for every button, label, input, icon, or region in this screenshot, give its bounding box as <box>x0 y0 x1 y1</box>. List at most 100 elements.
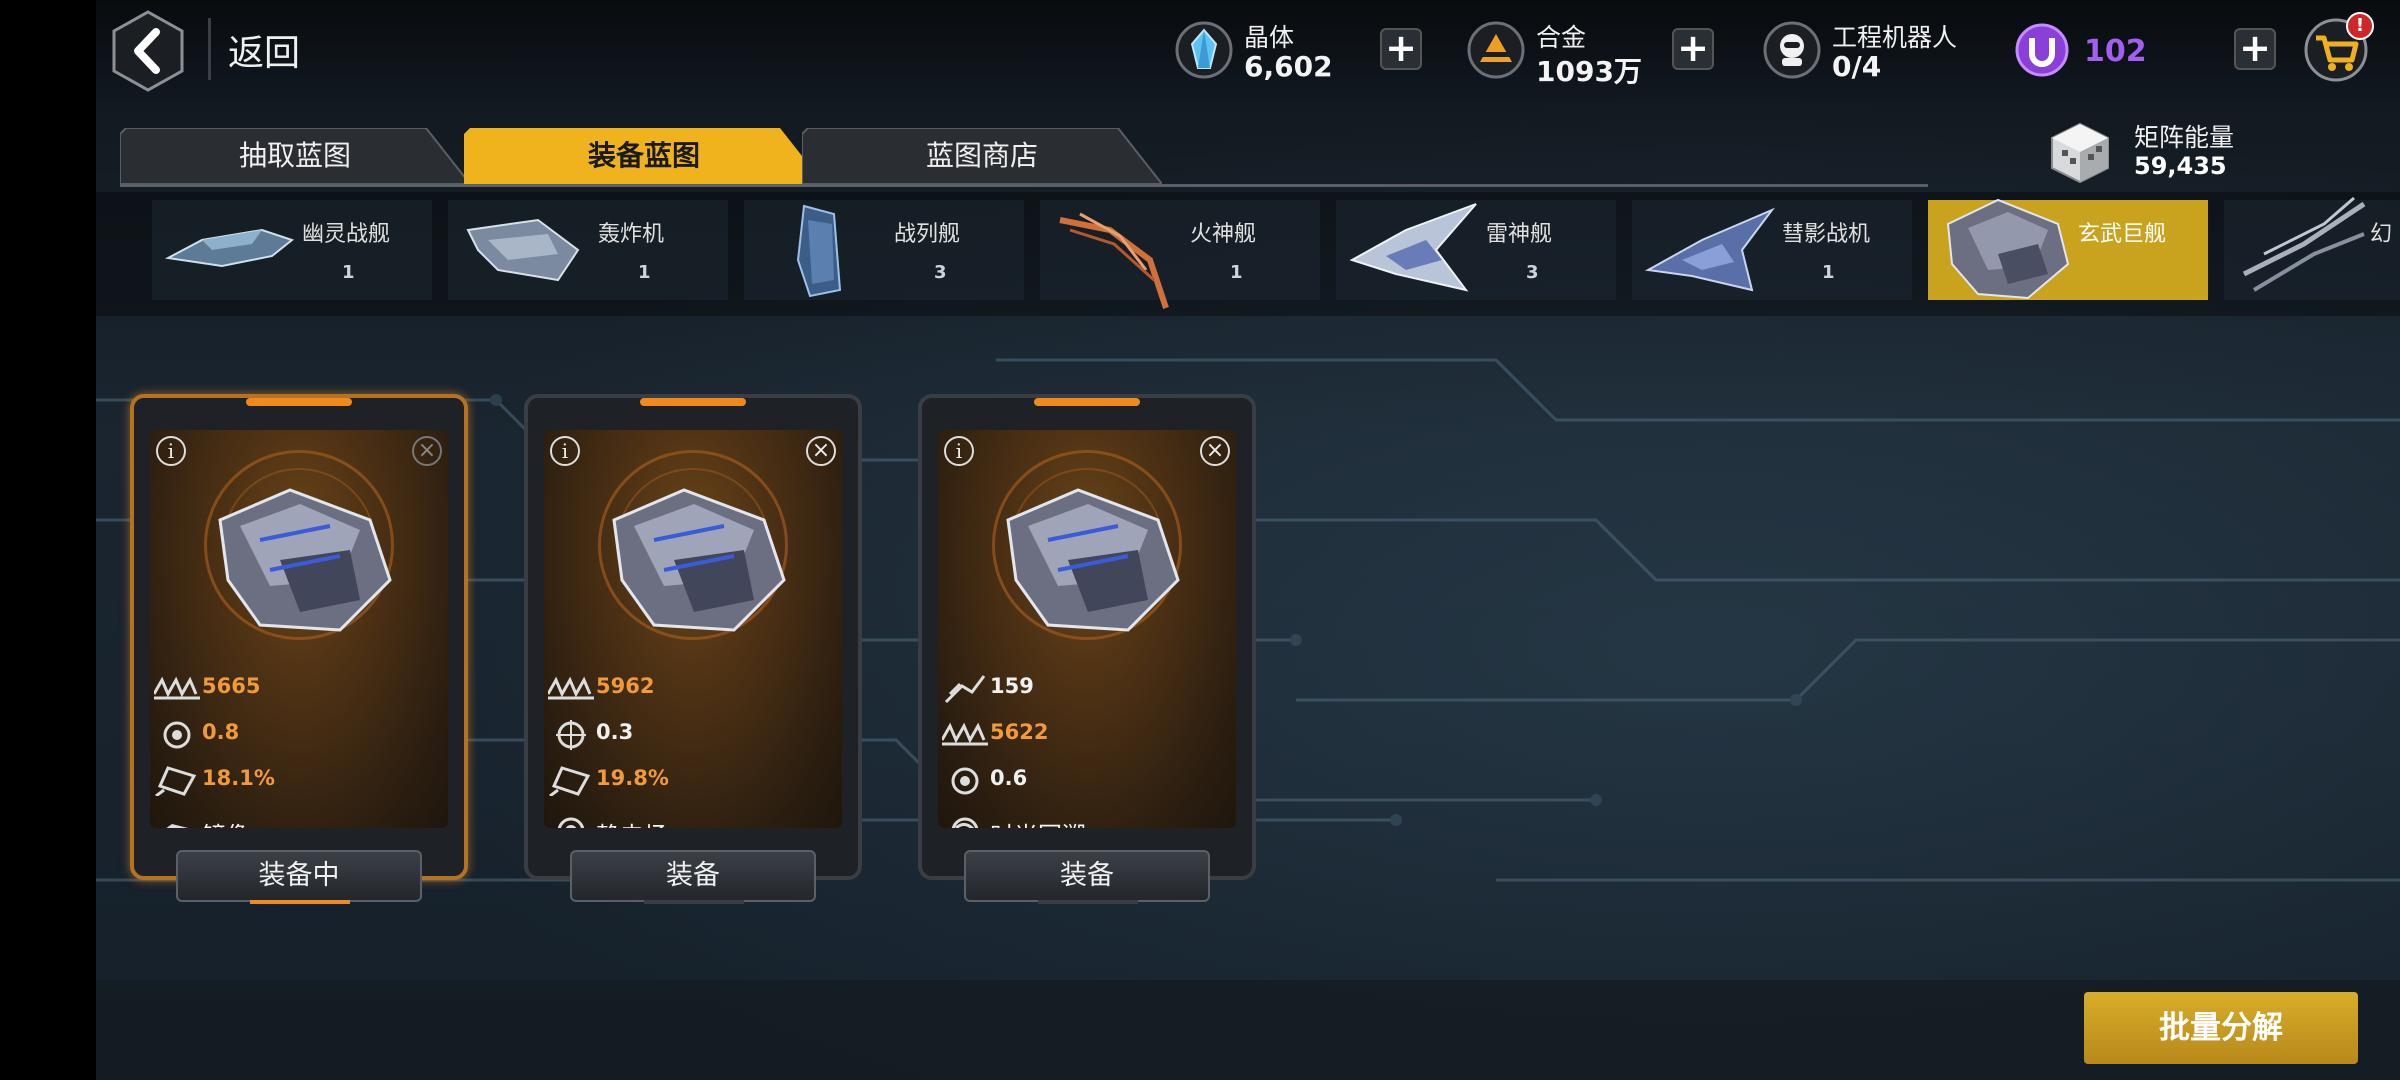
info-icon[interactable]: i <box>944 436 974 466</box>
stat-value: 5665 <box>202 674 261 698</box>
battleship-icon <box>796 204 842 298</box>
info-icon[interactable]: i <box>550 436 580 466</box>
alloy-value: 1093万 <box>1536 55 1642 88</box>
skill-row: 静电场 <box>548 814 838 828</box>
mirror-skill-icon <box>166 824 188 828</box>
close-icon[interactable]: × <box>806 436 836 466</box>
stat-row: 0.8 <box>154 718 444 752</box>
blueprint-card[interactable]: i × 5962 0.3 19.8% 静电场 装备 <box>524 394 862 906</box>
ship-type-strip: 幽灵战舰 1 轰炸机 1 战列舰 3 火神舰 1 雷神舰 3 彗影战机 1 玄武… <box>96 192 2400 316</box>
firepower-icon <box>548 676 594 700</box>
ship-count: 3 <box>1526 262 1539 283</box>
card-body: i × 5665 0.8 18.1% 镜像 <box>150 430 448 828</box>
equip-button[interactable]: 装备 <box>964 850 1210 902</box>
critical-icon <box>549 766 591 796</box>
crystal-value: 6,602 <box>1244 50 1333 83</box>
button-underline <box>644 900 744 904</box>
card-top-glow <box>1034 398 1140 406</box>
stat-row: 159 <box>942 672 1232 706</box>
next-ship-icon <box>2242 196 2366 292</box>
comet-fighter-icon <box>1644 207 1776 292</box>
robot-label: 工程机器人 <box>1832 23 1958 52</box>
ship-type-next[interactable]: 幻 <box>2224 196 2400 300</box>
ghost-ship-icon <box>164 228 295 268</box>
ship-name: 幻 <box>2370 222 2393 247</box>
blueprint-card[interactable]: i × 159 5622 0.6 时光回溯 装备 <box>918 394 1256 906</box>
skill-name: 时光回溯 <box>990 816 1086 828</box>
close-icon[interactable]: × <box>1200 436 1230 466</box>
stat-row: 5622 <box>942 718 1232 752</box>
ship-name: 火神舰 <box>1190 222 1257 247</box>
back-arrow-icon <box>112 10 184 92</box>
blueprint-card[interactable]: i × 5665 0.8 18.1% 镜像 装备中 <box>130 394 468 906</box>
ship-name: 幽灵战舰 <box>302 222 391 247</box>
game-screen: 返回 晶体 6,602 + 合金 1093万 + 工程机器人 0/4 102 +… <box>96 0 2400 1080</box>
cart-alert-badge: ! <box>2346 12 2374 40</box>
ship-type-xuanwu[interactable]: 玄武巨舰 <box>1928 198 2208 300</box>
bomber-ship-icon <box>466 218 580 282</box>
ship-count: 1 <box>1822 262 1835 283</box>
equipped-button[interactable]: 装备中 <box>176 850 422 902</box>
top-bar: 返回 晶体 6,602 + 合金 1093万 + 工程机器人 0/4 102 +… <box>96 0 2400 100</box>
stat-row: 19.8% <box>548 764 838 798</box>
card-top-glow <box>640 398 746 406</box>
matrix-energy-label: 矩阵能量 <box>2134 123 2235 152</box>
add-premium-button[interactable]: + <box>2234 28 2276 70</box>
ship-count: 1 <box>638 262 651 283</box>
stat-row: 18.1% <box>154 764 444 798</box>
stat-row: 5665 <box>154 672 444 706</box>
tab-label: 装备蓝图 <box>587 139 700 172</box>
crystal-icon <box>1175 21 1233 79</box>
stat-value: 0.3 <box>596 720 634 744</box>
ship-type-battleship[interactable]: 战列舰 3 <box>744 200 1024 300</box>
ship-name: 轰炸机 <box>598 222 665 247</box>
ship-type-bomber[interactable]: 轰炸机 1 <box>448 200 728 300</box>
shop-cart-button[interactable]: ! <box>2302 12 2374 84</box>
tab-draw-blueprint[interactable]: 抽取蓝图 <box>120 128 470 184</box>
vulcan-ship-icon <box>1059 212 1169 309</box>
tab-label: 抽取蓝图 <box>238 139 351 172</box>
static-field-skill-icon <box>557 817 585 828</box>
batch-decompose-button[interactable]: 批量分解 <box>2084 992 2358 1064</box>
cooldown-icon <box>951 767 979 795</box>
card-body: i × 159 5622 0.6 时光回溯 <box>938 430 1236 828</box>
ship-type-ghost[interactable]: 幽灵战舰 1 <box>152 200 432 300</box>
time-rewind-skill-icon <box>951 817 979 828</box>
tab-blueprint-shop[interactable]: 蓝图商店 <box>802 128 1162 184</box>
button-underline <box>1038 900 1138 904</box>
card-body: i × 5962 0.3 19.8% 静电场 <box>544 430 842 828</box>
xuanwu-ship-image <box>218 488 392 632</box>
crystal-label: 晶体 <box>1244 23 1295 52</box>
close-icon[interactable]: × <box>412 436 442 466</box>
crystal-resource: 晶体 6,602 <box>1174 10 1333 90</box>
info-icon[interactable]: i <box>156 436 186 466</box>
cooldown-icon <box>163 721 191 749</box>
equip-button[interactable]: 装备 <box>570 850 816 902</box>
back-label[interactable]: 返回 <box>228 24 300 76</box>
ship-name: 雷神舰 <box>1486 222 1553 247</box>
back-button[interactable] <box>110 10 186 92</box>
ship-count: 1 <box>342 262 355 283</box>
ship-type-vulcan[interactable]: 火神舰 1 <box>1040 200 1320 309</box>
firepower-icon <box>942 722 988 746</box>
ship-type-thor[interactable]: 雷神舰 3 <box>1336 200 1616 300</box>
stat-value: 159 <box>990 674 1034 698</box>
accuracy-icon <box>556 720 586 750</box>
xuanwu-ship-icon <box>1946 198 2070 300</box>
divider <box>208 18 211 80</box>
ship-count: 3 <box>934 262 947 283</box>
matrix-energy-value: 59,435 <box>2134 152 2227 180</box>
firepower-icon <box>154 676 200 700</box>
ship-type-comet[interactable]: 彗影战机 1 <box>1632 200 1912 300</box>
alloy-resource: 合金 1093万 <box>1466 10 1642 90</box>
card-top-glow <box>246 398 352 406</box>
skill-row: 镜像 <box>154 814 444 828</box>
stat-row: 0.3 <box>548 718 838 752</box>
ship-count: 1 <box>1230 262 1243 283</box>
premium-resource: 102 <box>2014 10 2154 90</box>
thor-ship-icon <box>1349 203 1477 292</box>
skill-row: 时光回溯 <box>942 814 1232 828</box>
add-alloy-button[interactable]: + <box>1672 28 1714 70</box>
tab-equip-blueprint[interactable]: 装备蓝图 <box>464 128 824 184</box>
add-crystal-button[interactable]: + <box>1380 28 1422 70</box>
